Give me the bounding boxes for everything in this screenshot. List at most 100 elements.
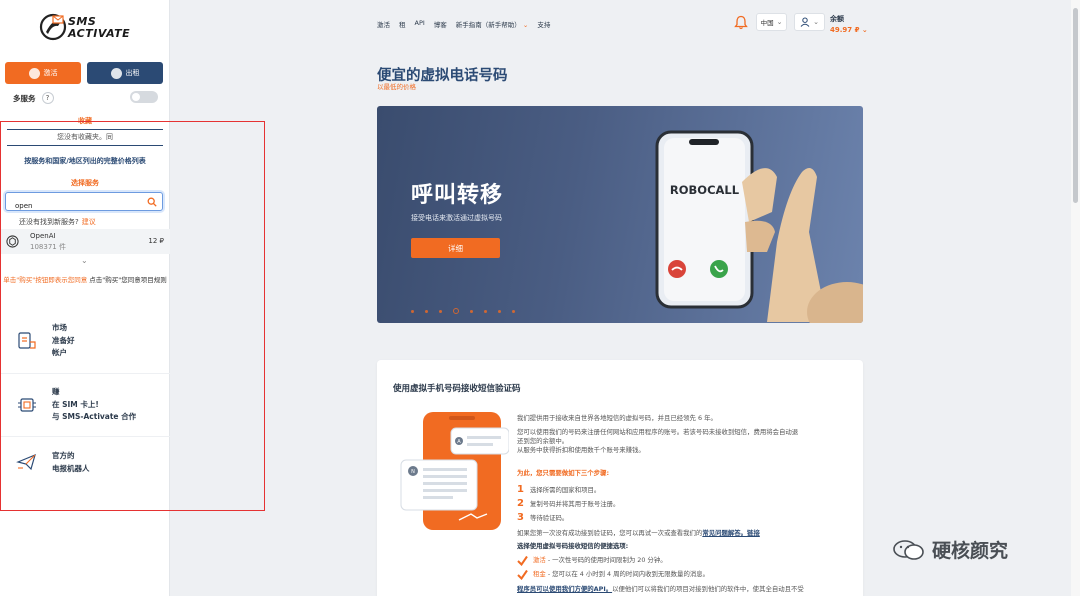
promo-market-line-1: 市场 [52, 323, 67, 332]
carousel-dot[interactable] [411, 309, 414, 313]
service-price: 12 ₽ [148, 237, 164, 245]
top-nav: 激活 租 API 博客 新手指南（新手帮助） ⌄ 支持 [377, 19, 550, 29]
promo-telegram-line-2: 电报机器人 [52, 463, 90, 473]
service-name: OpenAI [30, 232, 56, 240]
not-found-row: 还没有找到新服务? 建议 [19, 217, 96, 227]
info-card: 使用虚拟手机号码接收短信验证码 A N 我们提供用于接收来自世界各地短信的虚拟号… [377, 360, 863, 596]
openai-icon [6, 235, 19, 248]
logo-wordmark: SMS ACTIVATE [68, 16, 130, 40]
activate-icon [28, 67, 40, 79]
details-button[interactable]: 详细 [411, 238, 500, 258]
svg-text:A: A [457, 439, 461, 445]
api-line: 程序员可以使用我们方便的API。以便他们可以将我们的项目对接到他们的软件中，使其… [517, 585, 804, 594]
rent-icon [110, 67, 122, 79]
option-activate-key: 激活 [533, 556, 546, 564]
logo[interactable]: SMS ACTIVATE [38, 10, 134, 46]
logo-mark-icon [39, 13, 67, 41]
rent-label: 出租 [125, 69, 140, 77]
step-1: 1 选择所需的国家和项目。 [517, 484, 601, 495]
telegram-icon [16, 453, 36, 471]
language-label: 中国 [760, 19, 774, 27]
promo-sim-line-3: 与 SMS-Activate 合作 [52, 412, 137, 421]
wechat-icon [893, 539, 924, 560]
carousel-dot[interactable] [439, 309, 442, 313]
rent-button[interactable]: 出租 [87, 62, 163, 84]
card-paragraph-1: 我们提供用于接收来自世界各地短信的虚拟号码，并且已经领先 6 年。 [517, 414, 717, 422]
logo-line-2: ACTIVATE [68, 27, 131, 40]
promo-market[interactable]: 市场 准备好 帐户 [0, 310, 170, 374]
api-link[interactable]: 程序员可以使用我们方便的API。 [517, 585, 612, 593]
activate-button[interactable]: 激活 [5, 62, 81, 84]
faq-text: 如果您第一次没有成功接到验证码，您可以再试一次或查看我们的 [517, 529, 703, 537]
nav-rent[interactable]: 租 [399, 19, 406, 29]
favorites-empty: 您没有收藏夹。同 [7, 129, 163, 146]
nav-activate[interactable]: 激活 [377, 19, 390, 29]
promo-sim[interactable]: 赚 在 SIM 卡上! 与 SMS-Activate 合作 [0, 374, 170, 437]
sim-chip-icon [18, 398, 36, 412]
step-1-text: 选择所需的国家和项目。 [529, 486, 601, 494]
balance-label: 余额 [830, 15, 844, 23]
option-rent-key: 租金 [533, 570, 546, 578]
carousel-dots [411, 308, 515, 314]
multi-service-toggle[interactable] [130, 91, 158, 103]
service-search [5, 192, 163, 215]
nav-api[interactable]: API [415, 19, 425, 29]
carousel-dot[interactable] [512, 309, 515, 313]
step-2-text: 复制号码并将其用于账号注册。 [529, 500, 620, 508]
search-icon[interactable] [147, 197, 157, 207]
scrollbar[interactable] [1071, 0, 1080, 596]
price-list-link[interactable]: 按服务和国家/地区列出的完整价格列表 [0, 156, 170, 166]
balance-value[interactable]: 49.97 ₽ ⌄ [830, 26, 868, 34]
step-3: 3 等待验证码。 [517, 512, 569, 523]
balance-amount: 49.97 ₽ [830, 26, 860, 34]
faq-line: 如果您第一次没有成功接到验证码，您可以再试一次或查看我们的常见问题解答。链接 [517, 529, 760, 538]
user-menu[interactable]: ⌄ [794, 13, 825, 31]
option-rent-value: - 您可以在 4 小时到 4 周的时间内收到无限数量的消息。 [545, 570, 710, 578]
hint-orange: 单击"购买"按钮即表示您同意 [3, 276, 88, 284]
scrollbar-thumb[interactable] [1073, 8, 1078, 203]
multi-service: 多服务 ? [13, 92, 54, 104]
nav-guide[interactable]: 新手指南（新手帮助） ⌄ [456, 19, 529, 29]
check-icon [517, 569, 528, 580]
promo-telegram-line-1: 官方的 [52, 451, 75, 460]
check-icon [517, 555, 528, 566]
chevron-down-icon: ⌄ [813, 18, 819, 26]
carousel-dot[interactable] [484, 309, 487, 313]
market-icon [18, 332, 36, 349]
promo-telegram[interactable]: 官方的 电报机器人 [0, 437, 170, 497]
card-title: 使用虚拟手机号码接收短信验证码 [393, 384, 521, 394]
purchase-hint: 单击"购买"按钮即表示您同意 点击"购买"您同意项目规则 [2, 276, 168, 285]
card-paragraph-2b: 还到您的余额中。 [517, 437, 569, 445]
hint-dark: 点击"购买"您同意项目规则 [89, 276, 167, 284]
service-row[interactable]: OpenAI 108371 件 12 ₽ [0, 229, 170, 254]
nav-guide-label: 新手指南（新手帮助） [455, 21, 521, 29]
option-rent: 租金 - 您可以在 4 小时到 4 周的时间内收到无限数量的消息。 [533, 570, 709, 579]
user-icon [800, 17, 810, 27]
card-paragraph-2: 您可以使用我们的号码来注册任何网站和应用程序的账号。若该号码未接收到短信，费用将… [517, 428, 799, 436]
suggest-link[interactable]: 建议 [82, 218, 96, 226]
nav-blog[interactable]: 博客 [434, 19, 447, 29]
step-3-text: 等待验证码。 [529, 514, 569, 522]
watermark-text: 硬核颜究 [932, 540, 1009, 562]
api-text: 以便他们可以将我们的项目对接到他们的软件中，使其全自动且不受 [612, 585, 804, 593]
steps-title: 为此，您只需要做如下三个步骤: [517, 469, 610, 477]
mode-switch: 激活 出租 [5, 62, 163, 84]
carousel-dot[interactable] [425, 309, 428, 313]
chevron-down-icon: ⌄ [522, 21, 529, 29]
language-select[interactable]: 中国 ⌄ [756, 13, 787, 31]
chevron-down-icon[interactable]: ⌄ [81, 256, 88, 265]
carousel-dot[interactable] [470, 309, 473, 313]
banner-title: 呼叫转移 [411, 183, 504, 208]
faq-link[interactable]: 常见问题解答。链接 [702, 529, 760, 537]
favorites-title: 收藏 [78, 117, 92, 125]
search-input[interactable] [6, 197, 136, 215]
promo-sim-line-1: 赚 [52, 387, 60, 396]
phone-sms-illustration: A N [400, 412, 509, 530]
help-icon[interactable]: ? [41, 92, 54, 104]
promo-market-line-3: 帐户 [52, 348, 67, 357]
nav-support[interactable]: 支持 [537, 19, 550, 29]
carousel-dot-active[interactable] [453, 308, 459, 314]
watermark: 硬核颜究 [892, 536, 1008, 563]
carousel-dot[interactable] [498, 309, 501, 313]
bell-icon[interactable] [734, 15, 748, 30]
